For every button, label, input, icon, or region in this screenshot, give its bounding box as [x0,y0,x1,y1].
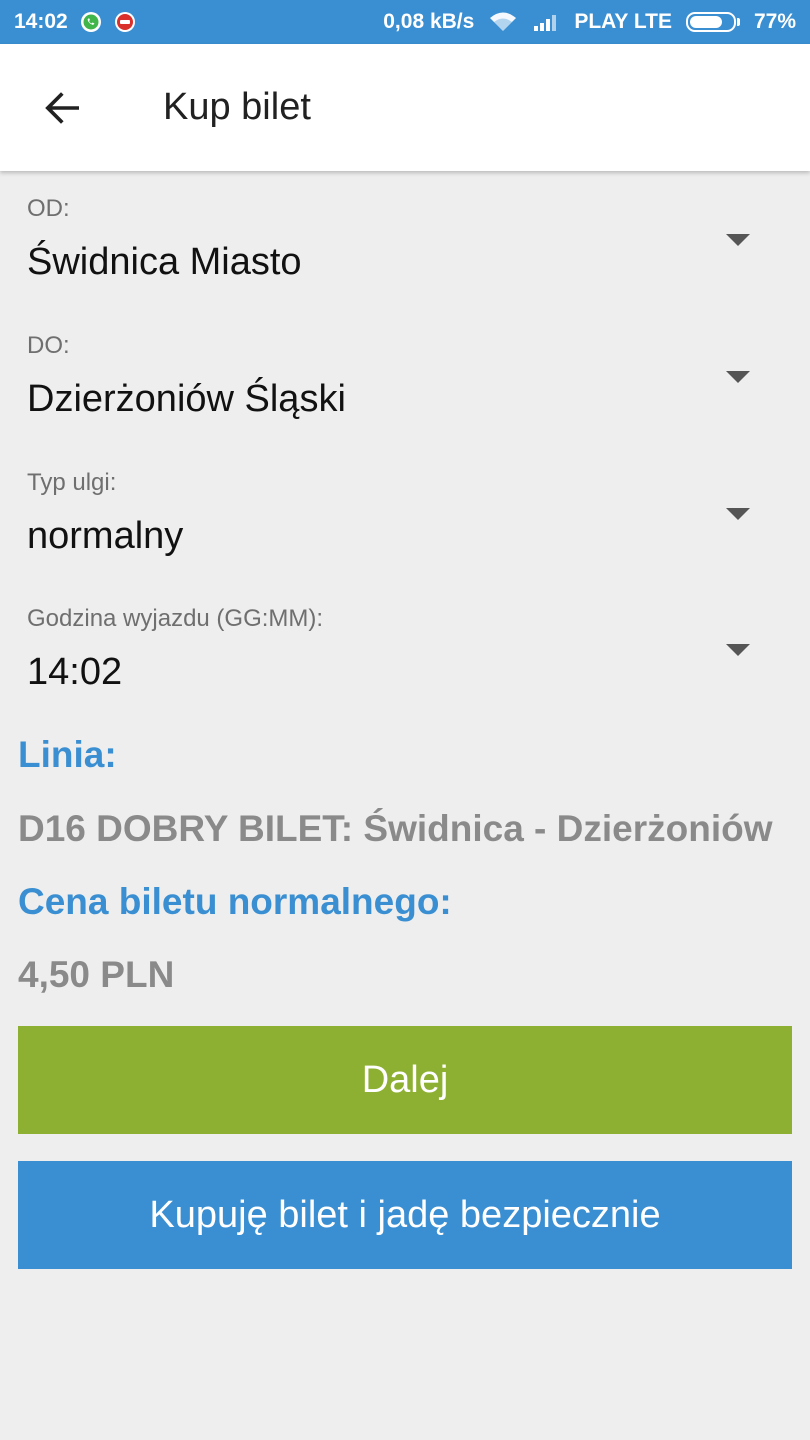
status-bar: 14:02 0,08 kB/s PLAY LTE 77% [0,0,810,44]
battery-icon [685,12,740,32]
chevron-down-icon [726,644,750,656]
departure-select[interactable]: Godzina wyjazdu (GG:MM): 14:02 [0,581,810,718]
arrow-back-icon [45,91,79,124]
page-title: Kup bilet [163,86,311,128]
line-label: Linia: [18,734,117,775]
price-label: Cena biletu normalnego: [18,881,452,922]
discount-label: Typ ulgi: [27,469,117,496]
to-value: Dzierżoniów Śląski [27,378,346,420]
network-speed: 0,08 kB/s [383,10,475,33]
to-select[interactable]: DO: Dzierżoniów Śląski [0,308,810,445]
battery-fill [689,16,723,28]
back-button[interactable] [31,76,95,140]
next-button[interactable]: Dalej [18,1026,792,1134]
from-value: Świdnica Miasto [27,241,302,283]
buy-safe-button[interactable]: Kupuję bilet i jadę bezpiecznie [18,1161,792,1269]
chevron-down-icon [726,371,750,383]
departure-value: 14:02 [27,651,123,693]
battery-percent: 77% [753,10,796,33]
status-time: 14:02 [14,10,68,33]
discount-select[interactable]: Typ ulgi: normalny [0,445,810,582]
chevron-down-icon [726,234,750,246]
from-label: OD: [27,195,70,222]
to-label: DO: [27,332,70,359]
battery-body [685,12,736,32]
departure-label: Godzina wyjazdu (GG:MM): [27,605,324,632]
line-value: D16 DOBRY BILET: Świdnica - Dzierżoniów [18,808,773,849]
battery-tip [736,18,740,26]
wifi-icon [488,11,518,33]
from-select[interactable]: OD: Świdnica Miasto [0,171,810,308]
notification-icon [114,11,136,33]
signal-icon [532,12,560,32]
whatsapp-icon [80,11,102,33]
chevron-down-icon [726,508,750,520]
discount-value: normalny [27,515,184,557]
carrier-label: PLAY LTE [574,10,672,33]
price-value: 4,50 PLN [18,954,175,995]
app-bar: Kup bilet [0,44,810,171]
status-left: 14:02 [14,10,136,34]
status-right: 0,08 kB/s PLAY LTE 77% [383,10,796,34]
